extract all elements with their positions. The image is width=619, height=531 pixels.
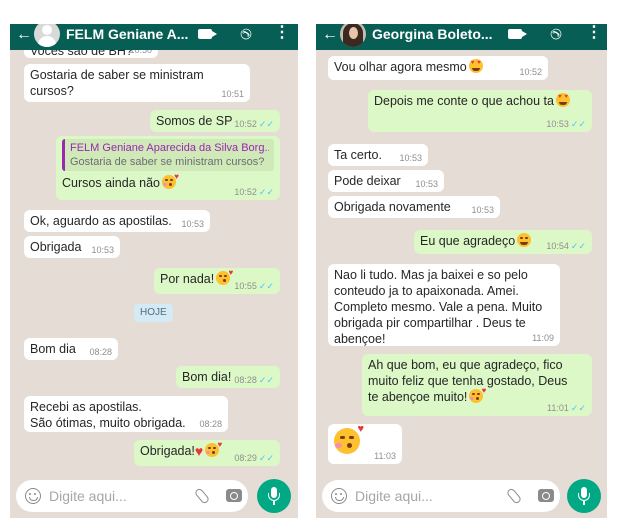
message-input-placeholder[interactable]: Digite aqui... [49,488,127,504]
message-incoming-emoji[interactable]: ♥ 11:03 [328,424,402,464]
quoted-sender: FELM Geniane Aparecida da Silva Borg... [70,142,269,154]
kissing-heart-emoji-icon: ♥ [469,387,486,403]
message-text: Por nada! [160,272,215,286]
message-text: Recebi as apostilas. São ótimas, muito o… [30,400,186,430]
more-vert-icon[interactable]: ⋮ [586,24,602,43]
message-time: 11:03 [374,451,396,461]
read-ticks-icon: ✓✓ [258,119,274,129]
right-chat-screen: ← Georgina Boleto... ✆ ⋮ Vou olhar agora… [316,24,607,518]
message-text: Eu que agradeço [420,234,516,248]
emoji-icon[interactable] [331,488,347,504]
mic-button[interactable] [567,479,601,513]
read-ticks-icon: ✓✓ [258,187,274,197]
heart-eyes-emoji-icon [555,93,570,107]
quoted-message[interactable]: FELM Geniane Aparecida da Silva Borg... … [62,139,274,171]
read-ticks-icon: ✓✓ [570,119,586,129]
kissing-heart-emoji-icon: ♥ [161,173,179,189]
more-vert-icon[interactable]: ⋮ [274,24,290,43]
message-time: 10:52 ✓✓ [234,187,274,197]
back-arrow-icon[interactable]: ← [322,26,338,44]
message-text: Ok, aguardo as apostilas. [30,214,172,228]
camera-icon[interactable] [226,489,242,502]
message-time: 10:51 [221,89,244,99]
message-time: 10:53 [471,205,494,215]
read-ticks-icon: ✓✓ [570,241,586,251]
read-ticks-icon: ✓✓ [258,375,274,385]
message-time: 10:53 [91,245,114,255]
message-incoming[interactable]: Bom dia 08:28 [24,338,118,360]
heart-emoji-icon: ♥ [194,443,204,459]
message-incoming[interactable]: Gostaria de saber se ministram cursos? 1… [24,64,250,102]
message-text: Nao li tudo. Mas ja baixei e so pelo con… [334,268,543,346]
message-time: 10:55 ✓✓ [234,281,274,291]
message-time: 08:28 ✓✓ [234,375,274,385]
attach-icon[interactable] [193,487,211,505]
message-outgoing[interactable]: Obrigada!♥ ♥ 08:29 ✓✓ [134,440,280,466]
message-text: Obrigada novamente [334,200,451,214]
message-time: 10:52 ✓✓ [234,119,274,129]
message-text: Gostaria de saber se ministram cursos? [30,68,204,98]
chat-header: ← Georgina Boleto... ✆ ⋮ [316,24,607,50]
phone-icon[interactable]: ✆ [547,27,565,41]
kissing-heart-emoji-icon: ♥ [205,441,222,457]
message-incoming[interactable]: Ok, aguardo as apostilas. 10:53 [24,210,210,232]
message-time: 11:01 ✓✓ [547,403,586,413]
contact-avatar[interactable] [34,24,60,47]
message-time: 10:52 [519,67,542,77]
phone-icon[interactable]: ✆ [237,27,255,41]
chat-header: ← FELM Geniane A... ✆ ⋮ [10,24,298,50]
winking-kiss-emoji-icon: ♥ [216,269,233,285]
read-ticks-icon: ✓✓ [258,453,274,463]
message-outgoing[interactable]: Depois me conte o que achou ta 10:53✓✓ [368,90,592,132]
message-incoming[interactable]: Obrigada 10:53 [24,236,120,258]
message-incoming[interactable]: Vou olhar agora mesmo 10:52 [328,56,548,80]
contact-avatar[interactable] [340,24,366,47]
message-incoming[interactable]: Pode deixar 10:53 [328,170,444,192]
back-arrow-icon[interactable]: ← [16,26,32,44]
message-text: Depois me conte o que achou ta [374,94,554,108]
video-call-icon[interactable] [508,29,527,39]
read-ticks-icon: ✓✓ [258,281,274,291]
message-outgoing[interactable]: Eu que agradeço 10:54 ✓✓ [414,230,592,254]
message-time: 08:29 ✓✓ [234,453,274,463]
read-ticks-icon: ✓✓ [570,403,586,413]
date-chip: HOJE [134,304,173,322]
message-time: 10:53 ✓✓ [546,119,586,129]
smiling-emoji-icon [517,233,532,247]
message-incoming[interactable]: Recebi as apostilas. São ótimas, muito o… [24,396,228,432]
contact-name[interactable]: FELM Geniane A... [66,26,188,43]
message-text: Obrigada! [140,444,195,458]
message-input-placeholder[interactable]: Digite aqui... [355,488,433,504]
message-time: 10:53 [399,153,422,163]
message-time: 10:53 [415,179,438,189]
message-time: 08:28 [199,419,222,429]
attach-icon[interactable] [505,487,523,505]
message-incoming[interactable]: Nao li tudo. Mas ja baixei e so pelo con… [328,264,560,346]
message-time: 10:54 ✓✓ [546,241,586,251]
quoted-text: Gostaria de saber se ministram cursos? [70,156,265,168]
message-time: 08:28 [89,347,112,357]
message-outgoing[interactable]: Por nada! ♥ 10:55 ✓✓ [154,268,280,294]
left-chat-screen: Vocês são de BH? 10:50 ← FELM Geniane A.… [10,24,298,518]
message-outgoing-reply[interactable]: FELM Geniane Aparecida da Silva Borg... … [56,136,280,200]
camera-icon[interactable] [538,489,554,502]
heart-eyes-emoji-icon [468,59,483,73]
message-incoming[interactable]: Ta certo. 10:53 [328,144,428,166]
video-call-icon[interactable] [198,29,217,39]
message-time: 10:53 [181,219,204,229]
message-text: Cursos ainda não [62,176,160,190]
message-time: 11:09 [532,333,554,343]
emoji-icon[interactable] [25,488,41,504]
message-text: Ah que bom, eu que agradeço, fico muito … [368,358,568,404]
message-composer[interactable]: Digite aqui... [322,480,560,512]
message-outgoing[interactable]: Somos de SP 10:52 ✓✓ [150,110,280,132]
kissing-heart-emoji-icon: ♥ [334,424,364,454]
message-outgoing[interactable]: Ah que bom, eu que agradeço, fico muito … [362,354,592,416]
message-incoming[interactable]: Obrigada novamente 10:53 [328,196,500,218]
contact-name[interactable]: Georgina Boleto... [372,26,493,43]
mic-button[interactable] [257,479,291,513]
message-outgoing[interactable]: Bom dia! 08:28 ✓✓ [176,366,280,388]
message-composer[interactable]: Digite aqui... [16,480,248,512]
message-text: Vou olhar agora mesmo [334,60,467,74]
